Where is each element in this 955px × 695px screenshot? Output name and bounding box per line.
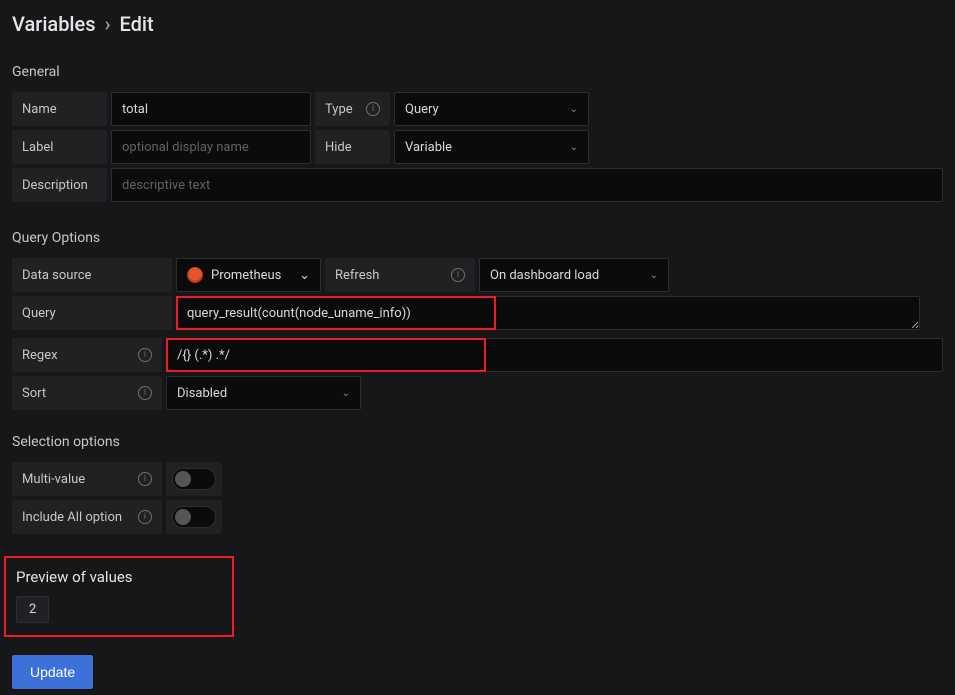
name-input[interactable]: [111, 92, 311, 126]
title-main: Variables: [12, 12, 96, 36]
type-select[interactable]: Query ⌄: [394, 92, 589, 126]
includeall-label: Include All option i: [12, 500, 162, 534]
multivalue-toggle-wrap: [166, 462, 222, 496]
datasource-label: Data source: [12, 258, 172, 292]
chevron-down-icon: ⌄: [650, 270, 658, 281]
label-label: Label: [12, 130, 107, 164]
hide-label: Hide: [315, 130, 390, 164]
info-icon[interactable]: i: [366, 102, 380, 116]
regex-input[interactable]: [166, 338, 943, 372]
description-input[interactable]: [111, 168, 943, 202]
info-icon[interactable]: i: [451, 268, 465, 282]
section-preview: Preview of values: [16, 568, 222, 586]
hide-label-text: Hide: [325, 140, 352, 155]
query-input[interactable]: [176, 296, 920, 330]
preview-highlight: Preview of values 2: [4, 556, 234, 637]
section-selection-options: Selection options: [12, 434, 943, 450]
prometheus-icon: [187, 267, 203, 283]
name-label: Name: [12, 92, 107, 126]
multivalue-label-text: Multi-value: [22, 472, 85, 487]
datasource-select[interactable]: Prometheus ⌄: [176, 258, 321, 292]
datasource-value: Prometheus: [211, 268, 281, 283]
hide-value: Variable: [405, 140, 452, 155]
section-query-options: Query Options: [12, 230, 943, 246]
title-sub: Edit: [120, 12, 154, 36]
chevron-down-icon: ⌄: [570, 142, 578, 153]
info-icon[interactable]: i: [138, 472, 152, 486]
refresh-value: On dashboard load: [490, 268, 599, 283]
info-icon[interactable]: i: [138, 510, 152, 524]
refresh-label: Refresh i: [325, 258, 475, 292]
regex-label-text: Regex: [22, 348, 58, 363]
description-label: Description: [12, 168, 107, 202]
chevron-down-icon: ⌄: [342, 388, 350, 399]
label-input[interactable]: [111, 130, 311, 164]
update-button[interactable]: Update: [12, 655, 93, 689]
includeall-toggle-wrap: [166, 500, 222, 534]
chevron-down-icon: ⌄: [299, 268, 310, 283]
chevron-down-icon: ⌄: [570, 104, 578, 115]
refresh-label-text: Refresh: [335, 268, 379, 283]
sort-label: Sort i: [12, 376, 162, 410]
refresh-select[interactable]: On dashboard load ⌄: [479, 258, 669, 292]
query-label: Query: [12, 296, 172, 330]
sort-value: Disabled: [177, 386, 227, 401]
multivalue-toggle[interactable]: [172, 468, 216, 490]
breadcrumb-sep: ›: [105, 12, 111, 36]
type-value: Query: [405, 102, 439, 117]
section-general: General: [12, 64, 943, 80]
includeall-label-text: Include All option: [22, 510, 122, 525]
multivalue-label: Multi-value i: [12, 462, 162, 496]
info-icon[interactable]: i: [138, 348, 152, 362]
hide-select[interactable]: Variable ⌄: [394, 130, 589, 164]
type-label-text: Type: [325, 102, 353, 117]
sort-select[interactable]: Disabled ⌄: [166, 376, 361, 410]
info-icon[interactable]: i: [138, 386, 152, 400]
includeall-toggle[interactable]: [172, 506, 216, 528]
sort-label-text: Sort: [22, 386, 46, 401]
type-label: Type i: [315, 92, 390, 126]
preview-value: 2: [16, 596, 49, 623]
page-title: Variables › Edit: [12, 12, 943, 36]
datasource-label-text: Data source: [22, 268, 91, 283]
query-label-text: Query: [22, 306, 56, 321]
regex-label: Regex i: [12, 338, 162, 372]
